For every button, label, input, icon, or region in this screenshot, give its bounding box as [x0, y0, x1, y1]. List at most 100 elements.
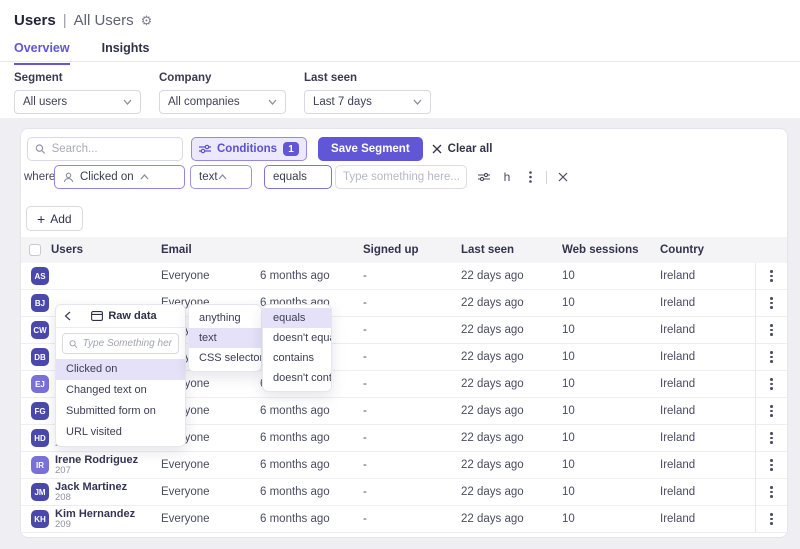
country-cell: Ireland — [660, 297, 755, 309]
match-type-value: text — [199, 171, 218, 183]
last-seen-cell: 22 days ago — [461, 378, 562, 390]
search-icon — [69, 339, 78, 349]
user-cell: AS — [21, 267, 161, 285]
conditions-button[interactable]: Conditions 1 — [191, 137, 307, 161]
country-cell: Ireland — [660, 378, 755, 390]
web-sessions-cell: 10 — [562, 324, 660, 336]
row-menu-button[interactable] — [766, 347, 777, 367]
sliders-icon — [199, 144, 211, 154]
match-type-select[interactable]: text — [190, 165, 252, 189]
event-dropdown-search — [62, 333, 179, 354]
condition-value-box — [335, 165, 467, 189]
event-dropdown-header: Raw data — [56, 305, 185, 328]
company-select[interactable]: All companies — [159, 90, 286, 114]
row-menu-button[interactable] — [766, 509, 777, 529]
row-menu-button[interactable] — [766, 293, 777, 313]
signed-up-cell: - — [363, 351, 461, 363]
signed-up-cell: - — [363, 432, 461, 444]
last-seen-cell: 22 days ago — [461, 351, 562, 363]
avatar: KH — [31, 510, 49, 528]
signed-up-cell: - — [363, 270, 461, 282]
dropdown-option[interactable]: Changed text on — [56, 380, 185, 401]
actions-cell — [755, 506, 787, 532]
dropdown-option[interactable]: anything — [189, 308, 261, 328]
hierarchy-icon[interactable]: h — [500, 170, 514, 184]
avatar: JM — [31, 483, 49, 501]
chevron-up-icon — [140, 174, 149, 180]
back-chevron-icon[interactable] — [64, 311, 71, 321]
dropdown-option[interactable]: doesn't cont... — [263, 368, 331, 388]
dropdown-option[interactable]: Clicked on — [56, 359, 185, 380]
table-row[interactable]: JM Jack Martinez 208 Everyone 6 months a… — [21, 479, 787, 506]
dropdown-option[interactable]: text — [189, 328, 261, 348]
segment-label: Segment — [14, 72, 141, 84]
clear-all-button[interactable]: Clear all — [432, 137, 493, 161]
first-seen-cell: 6 months ago — [260, 459, 363, 471]
last-seen-cell: 22 days ago — [461, 324, 562, 336]
row-menu-button[interactable] — [766, 320, 777, 340]
event-dropdown-panel: Raw data Clicked onChanged text onSubmit… — [55, 304, 186, 447]
header-web-sessions: Web sessions — [562, 244, 660, 256]
condition-settings-icon[interactable] — [477, 170, 491, 184]
table-row[interactable]: KH Kim Hernandez 209 Everyone 6 months a… — [21, 506, 787, 533]
settings-gear-icon[interactable]: ⚙ — [141, 14, 153, 27]
actions-cell — [755, 425, 787, 451]
last-seen-select-value: Last 7 days — [313, 96, 413, 108]
last-seen-select[interactable]: Last 7 days — [304, 90, 431, 114]
event-select[interactable]: Clicked on — [54, 165, 185, 189]
select-all-checkbox[interactable] — [29, 244, 41, 256]
actions-cell — [755, 317, 787, 343]
web-sessions-cell: 10 — [562, 432, 660, 444]
search-input[interactable] — [52, 143, 175, 155]
actions-cell — [755, 290, 787, 316]
country-cell: Ireland — [660, 432, 755, 444]
segment-toolbar: Conditions 1 Save Segment Clear all — [27, 137, 492, 161]
avatar: IR — [31, 456, 49, 474]
actions-cell — [755, 479, 787, 505]
table-row[interactable]: IR Irene Rodriguez 207 Everyone 6 months… — [21, 452, 787, 479]
last-seen-cell: 22 days ago — [461, 486, 562, 498]
chevron-down-icon — [413, 99, 422, 105]
row-menu-button[interactable] — [766, 401, 777, 421]
table-row[interactable]: AS Everyone 6 months ago - 22 days ago 1… — [21, 263, 787, 290]
segment-cell: Everyone — [161, 459, 260, 471]
row-menu-button[interactable] — [766, 482, 777, 502]
event-options: Clicked onChanged text onSubmitted form … — [56, 359, 185, 446]
segment-cell: Everyone — [161, 486, 260, 498]
avatar: DB — [31, 348, 49, 366]
signed-up-cell: - — [363, 378, 461, 390]
close-icon — [558, 172, 568, 182]
filter-group-last-seen: Last seen Last 7 days — [304, 72, 431, 114]
plus-icon: + — [37, 211, 45, 227]
web-sessions-cell: 10 — [562, 351, 660, 363]
row-menu-button[interactable] — [766, 428, 777, 448]
event-dropdown-search-input[interactable] — [83, 338, 172, 349]
last-seen-cell: 22 days ago — [461, 513, 562, 525]
segment-select[interactable]: All users — [14, 90, 141, 114]
save-segment-button[interactable]: Save Segment — [318, 137, 423, 161]
dropdown-option[interactable]: CSS selector — [189, 348, 261, 368]
condition-row-actions: h — [477, 170, 570, 184]
actions-cell — [755, 398, 787, 424]
country-cell: Ireland — [660, 351, 755, 363]
where-label: where — [24, 171, 54, 183]
event-select-value: Clicked on — [80, 171, 134, 183]
dropdown-option[interactable]: URL visited — [56, 422, 185, 443]
operator-select[interactable]: equals — [264, 165, 332, 189]
remove-condition-icon[interactable] — [556, 170, 570, 184]
dropdown-option[interactable]: doesn't equal — [263, 328, 331, 348]
dropdown-option[interactable]: equals — [263, 308, 331, 328]
chevron-down-icon — [268, 99, 277, 105]
row-menu-button[interactable] — [766, 266, 777, 286]
condition-value-input[interactable] — [343, 171, 459, 183]
icon-divider — [546, 171, 547, 184]
dropdown-option[interactable]: contains — [263, 348, 331, 368]
row-menu-button[interactable] — [766, 374, 777, 394]
row-menu-button[interactable] — [766, 455, 777, 475]
add-condition-button[interactable]: + Add — [26, 206, 83, 231]
dropdown-option[interactable]: Submitted form on — [56, 401, 185, 422]
header-users: Users — [21, 244, 161, 256]
conditions-label: Conditions — [217, 143, 277, 155]
kebab-menu-icon[interactable] — [523, 170, 537, 184]
company-label: Company — [159, 72, 286, 84]
